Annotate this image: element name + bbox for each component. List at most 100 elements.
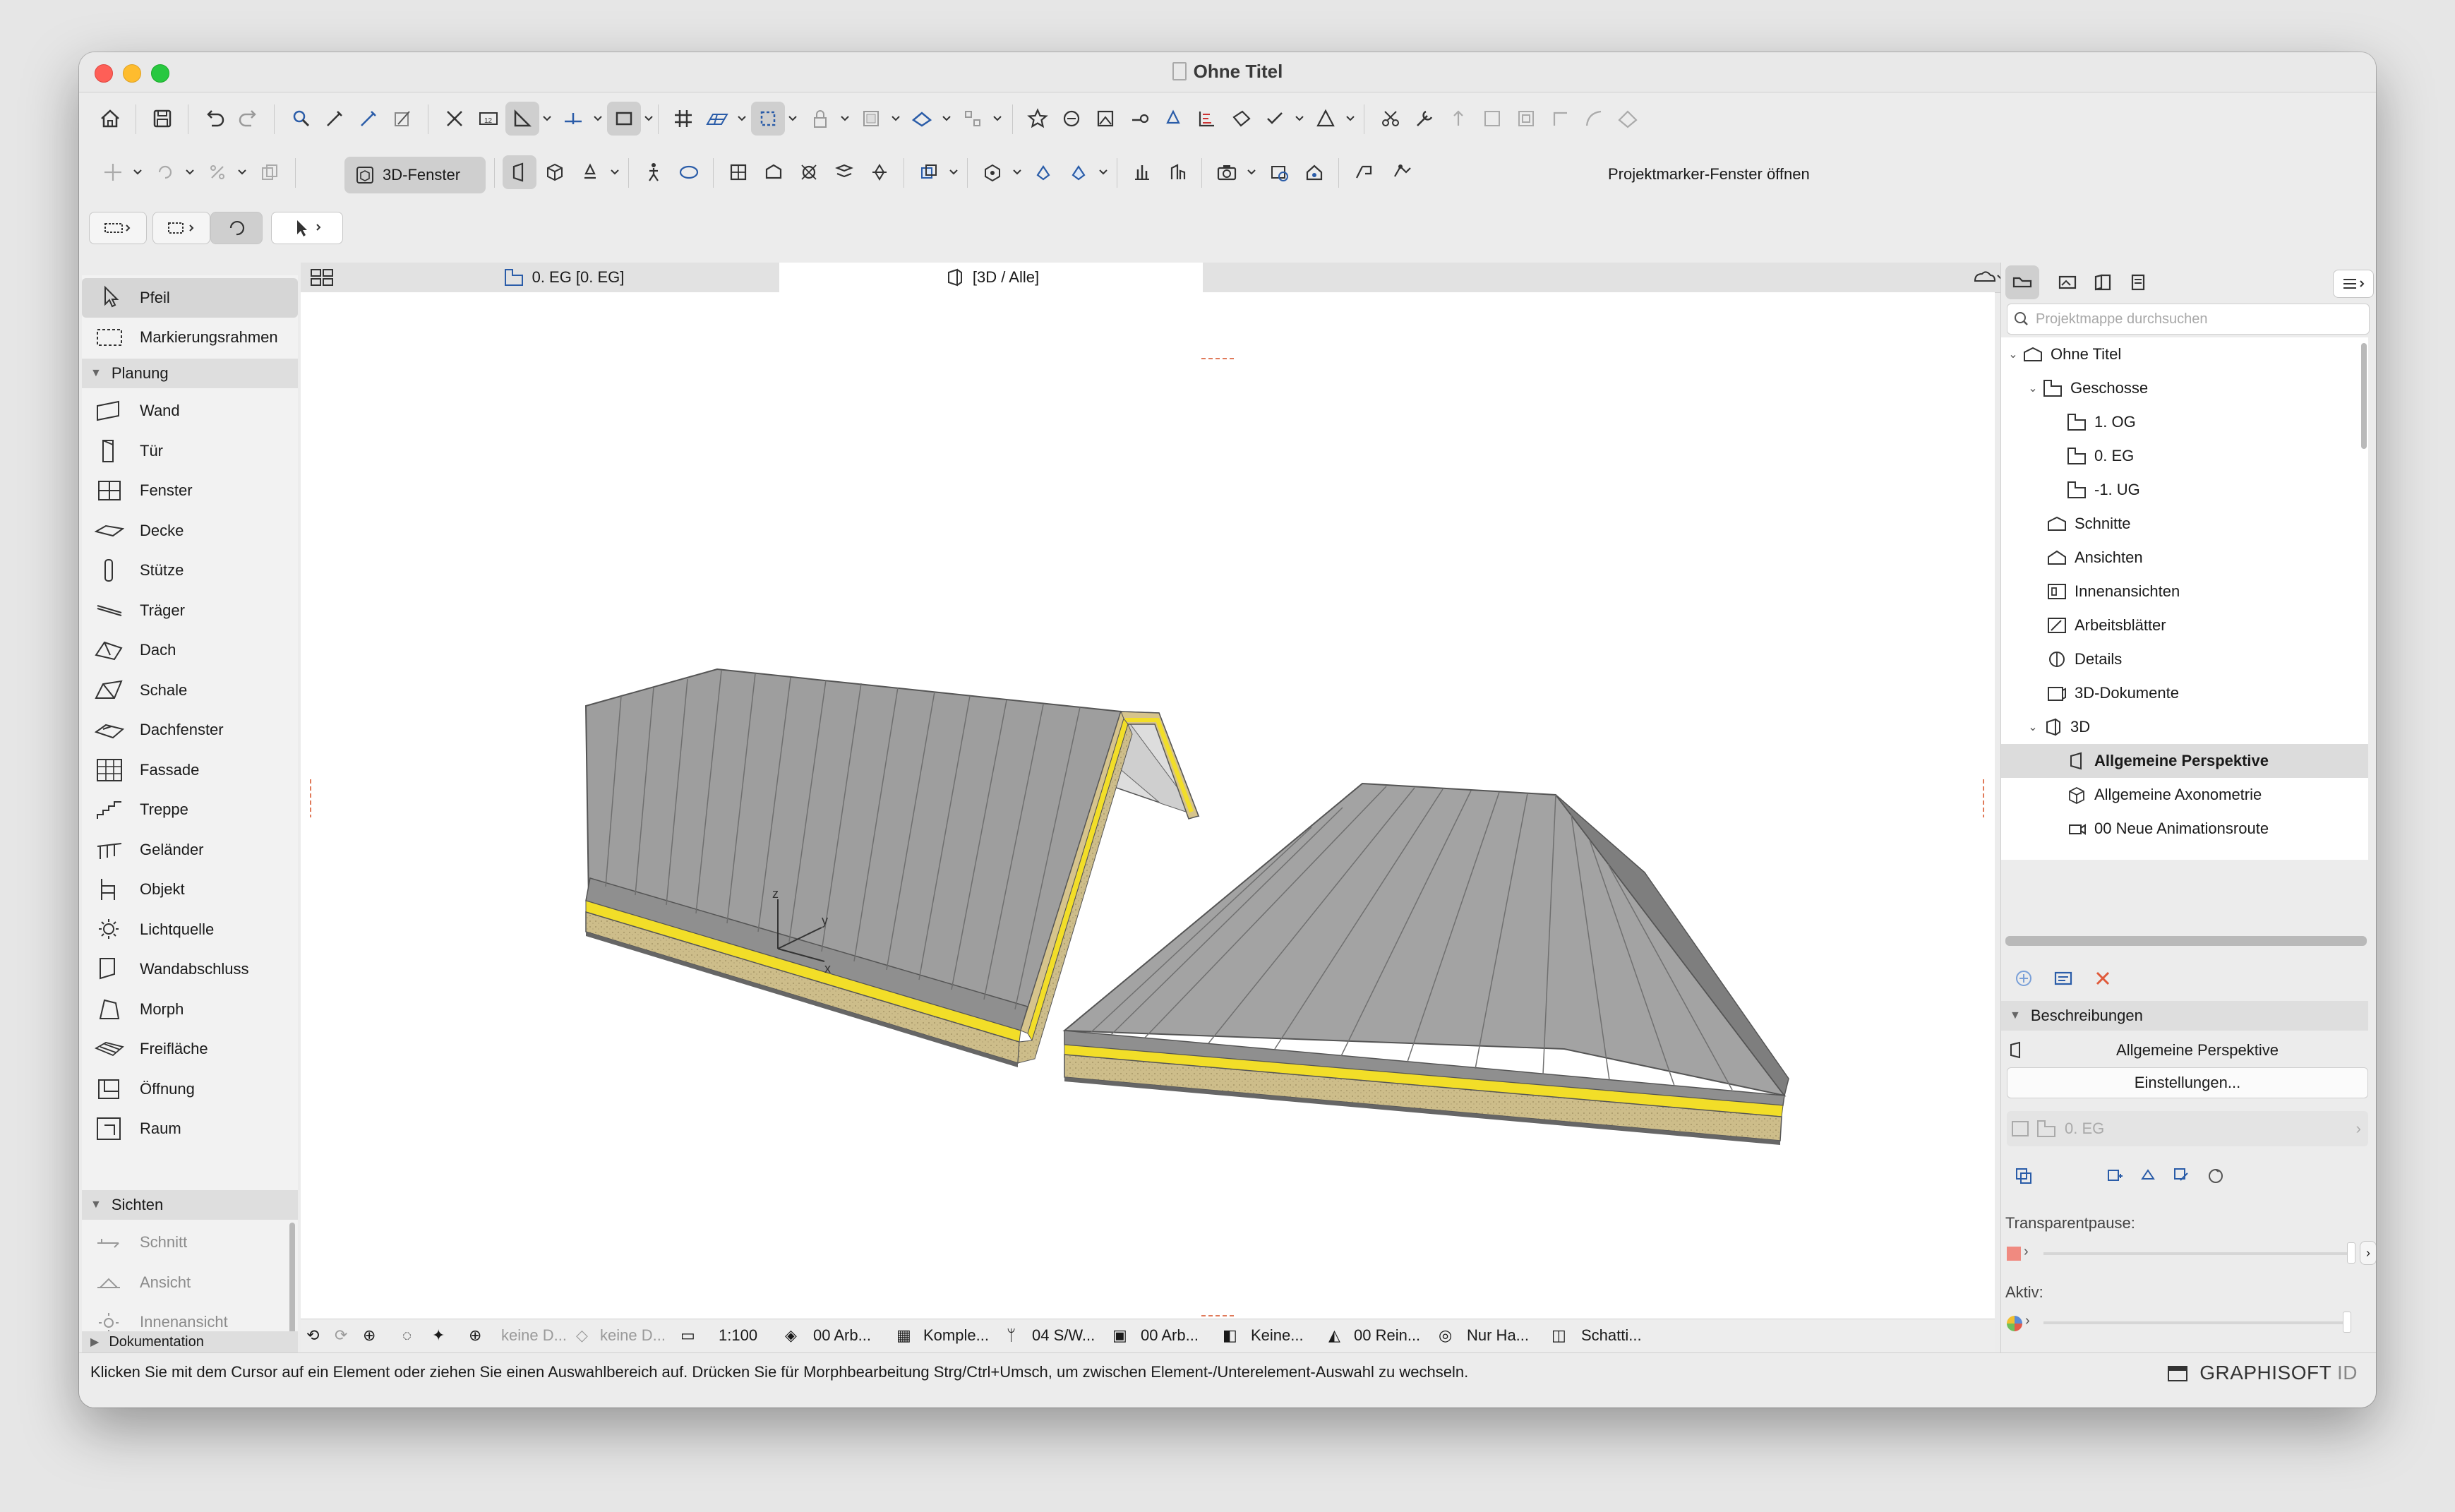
orbit-icon[interactable] (573, 155, 607, 189)
status-structure[interactable]: Nur Ha... (1467, 1326, 1529, 1345)
chevron-down-icon[interactable] (592, 110, 604, 126)
tool-traeger[interactable]: Träger (82, 591, 298, 630)
home-icon[interactable] (93, 102, 127, 136)
hotlink-icon[interactable] (1122, 102, 1156, 136)
section-beschreibungen[interactable]: ▼ Beschreibungen (2001, 1001, 2368, 1031)
3d-viewport[interactable]: z y x (301, 292, 1995, 1319)
group-sichten[interactable]: ▼ Sichten (82, 1190, 298, 1220)
label-icon[interactable] (1224, 102, 1258, 136)
move-icon[interactable] (96, 155, 130, 189)
chevron-down-icon[interactable] (131, 164, 144, 179)
tool-objekt[interactable]: Objekt (82, 870, 298, 909)
tree-item-perspektive[interactable]: Allgemeine Perspektive (2001, 744, 2368, 778)
chevron-down-icon[interactable] (940, 110, 953, 126)
resize-icon[interactable] (1509, 102, 1543, 136)
chevron-down-icon[interactable] (1293, 110, 1306, 126)
override-mini-icon[interactable]: ▣ (1112, 1326, 1127, 1345)
tools-icon[interactable] (1407, 102, 1441, 136)
tool-wandabschluss[interactable]: Wandabschluss (82, 949, 298, 989)
renov2-mini-icon[interactable]: ◭ (1328, 1326, 1340, 1345)
renovation-icon[interactable] (1309, 102, 1343, 136)
transparency-more-button[interactable]: › (2360, 1241, 2376, 1265)
roof-icon[interactable] (1611, 102, 1645, 136)
project-marker-icon[interactable] (1347, 155, 1381, 189)
rotate-reference-icon[interactable] (2131, 1159, 2165, 1193)
layers-mini-icon[interactable]: ◈ (785, 1326, 797, 1345)
rotate-selection-pill[interactable] (210, 212, 263, 244)
pick-up-parameters-icon[interactable] (318, 102, 352, 136)
zoom-level-icon[interactable]: ⊕ (469, 1326, 481, 1345)
tool-pfeil[interactable]: Pfeil (82, 278, 298, 318)
clone-view-icon[interactable] (2046, 961, 2080, 995)
elevate-icon[interactable] (1441, 102, 1475, 136)
active-slider[interactable] (2043, 1321, 2347, 1324)
color-wheel-icon[interactable] (2007, 1316, 2022, 1331)
tool-dachfenster[interactable]: Dachfenster (82, 710, 298, 750)
add-view-icon[interactable] (2007, 961, 2041, 995)
split-icon[interactable] (1543, 102, 1577, 136)
renovation-mini-icon[interactable]: ◧ (1223, 1326, 1237, 1345)
tree-item-geschosse[interactable]: ⌄ Geschosse (2001, 371, 2368, 405)
tool-wand[interactable]: Wand (82, 391, 298, 431)
navigator-menu-button[interactable] (2333, 270, 2374, 298)
delete-icon[interactable] (2086, 961, 2120, 995)
chevron-down-icon[interactable] (184, 164, 196, 179)
tree-item-ansichten[interactable]: Ansichten (2001, 541, 2368, 575)
sun-study-icon[interactable] (1160, 155, 1194, 189)
filter-icon[interactable] (827, 155, 861, 189)
tool-morph[interactable]: Morph (82, 990, 298, 1029)
tool-lichtquelle[interactable]: Lichtquelle (82, 910, 298, 949)
project-map-icon[interactable] (2005, 265, 2039, 299)
rendering-icon[interactable] (1125, 155, 1159, 189)
explore-icon[interactable] (672, 155, 706, 189)
chevron-down-icon[interactable] (736, 110, 748, 126)
model-mini-icon[interactable]: ▦ (896, 1326, 911, 1345)
offset-icon[interactable] (1475, 102, 1509, 136)
project-marker-window-icon[interactable] (1385, 155, 1419, 189)
rotate-icon[interactable] (148, 155, 182, 189)
walk-mini-icon[interactable]: ✦ (432, 1326, 445, 1345)
chevron-down-icon[interactable] (541, 110, 553, 126)
tool-decke[interactable]: Decke (82, 511, 298, 551)
chevron-down-icon[interactable] (1097, 164, 1110, 179)
tool-fenster[interactable]: Fenster (82, 471, 298, 510)
solid-operations-icon[interactable] (1026, 155, 1060, 189)
toolbox-scrollbar[interactable] (289, 1223, 295, 1336)
group-planung[interactable]: ▼ Planung (82, 359, 298, 388)
tool-markierungsrahmen[interactable]: Markierungsrahmen (82, 318, 298, 357)
chevron-down-icon[interactable] (1344, 110, 1357, 126)
marquee-3d-icon[interactable] (757, 155, 791, 189)
house-render-icon[interactable] (1297, 155, 1331, 189)
tree-item-root[interactable]: ⌄ Ohne Titel (2001, 337, 2368, 371)
chevron-down-icon[interactable] (236, 164, 248, 179)
tree-item-animation[interactable]: 00 Neue Animationsroute (2001, 812, 2368, 846)
transparency-slider[interactable] (2043, 1252, 2347, 1255)
3d-cutaway-icon[interactable] (721, 155, 755, 189)
distribute-icon[interactable] (956, 102, 990, 136)
tool-stuetze[interactable]: Stütze (82, 551, 298, 590)
navigator-search-input[interactable]: Projektmappe durchsuchen (2007, 304, 2370, 335)
tree-horizontal-scrollbar[interactable] (2005, 936, 2367, 946)
layout-book-icon[interactable] (2086, 265, 2120, 299)
elevation-icon[interactable] (905, 102, 939, 136)
3d-window-button[interactable]: 3D-Fenster (344, 157, 486, 193)
chevron-down-icon[interactable] (1245, 164, 1258, 179)
trim-icon[interactable] (1374, 102, 1407, 136)
redo-view-icon[interactable]: ⟳ (335, 1326, 347, 1345)
camera-icon[interactable] (1210, 155, 1244, 189)
chevron-down-icon[interactable] (608, 164, 621, 179)
tree-item-0eg[interactable]: 0. EG (2001, 439, 2368, 473)
status-shadow[interactable]: Schatti... (1581, 1326, 1642, 1345)
3d-style-icon[interactable] (912, 155, 946, 189)
copy-icon[interactable] (253, 155, 287, 189)
percent-icon[interactable] (200, 155, 234, 189)
undo-view-icon[interactable]: ⟲ (306, 1326, 319, 1345)
publisher-icon[interactable] (2121, 265, 2155, 299)
check-icon[interactable] (1258, 102, 1292, 136)
marquee-mode-pill[interactable] (152, 212, 210, 244)
teamwork-icon[interactable] (1055, 102, 1088, 136)
status-pens[interactable]: 04 S/W... (1032, 1326, 1095, 1345)
undo-icon[interactable] (198, 102, 232, 136)
status-item-2[interactable]: keine D... (600, 1326, 666, 1345)
redo-icon[interactable] (232, 102, 265, 136)
